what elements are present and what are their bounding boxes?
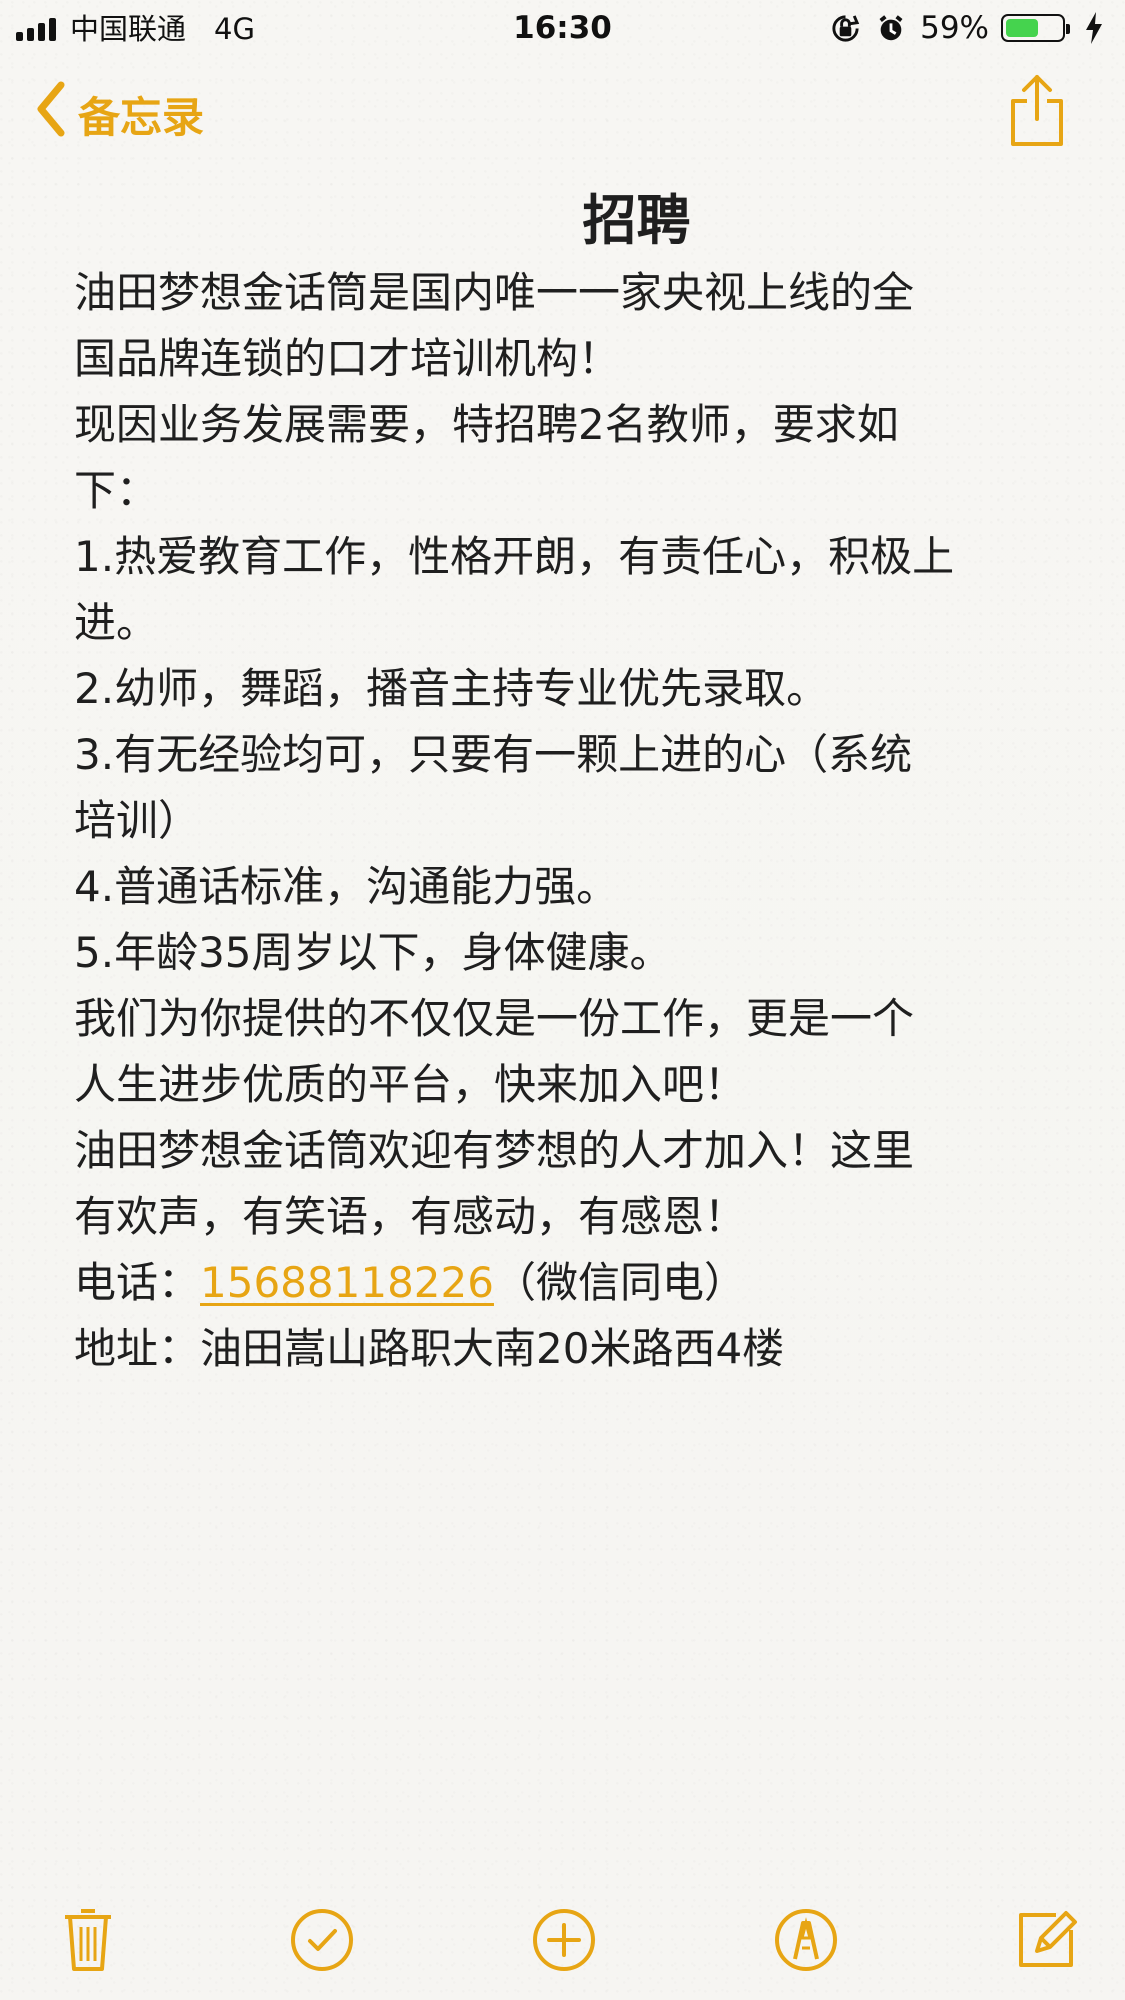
trash-icon — [65, 1909, 111, 1971]
note-line: 国品牌连锁的口才培训机构！ — [74, 334, 621, 383]
note-title: 招聘 — [582, 189, 691, 252]
note-line: 油田梦想金话筒欢迎有梦想的人才加入！这里 — [74, 1126, 915, 1175]
charging-bolt-icon — [1077, 11, 1111, 45]
navigation-bar: 备忘录 — [0, 62, 1125, 162]
back-button[interactable]: 备忘录 — [34, 80, 205, 148]
delete-button[interactable] — [46, 1898, 130, 1982]
back-label: 备忘录 — [78, 92, 205, 142]
add-icon — [533, 1909, 595, 1971]
note-line: 现因业务发展需要，特招聘2名教师，要求如 — [74, 400, 899, 449]
phone-label: 电话： — [74, 1258, 201, 1307]
address-line: 地址：油田嵩山路职大南20米路西4楼 — [74, 1324, 785, 1373]
chevron-left-icon — [34, 80, 68, 148]
checklist-icon — [291, 1909, 353, 1971]
bottom-toolbar — [0, 1898, 1125, 1982]
phone-number-link[interactable]: 15688118226 — [200, 1258, 494, 1307]
note-line: 人生进步优质的平台，快来加入吧！ — [74, 1060, 747, 1109]
note-line: 进。 — [74, 598, 159, 647]
compose-icon — [1019, 1911, 1077, 1967]
checklist-button[interactable] — [280, 1898, 364, 1982]
phone-line: 电话：15688118226（微信同电） — [74, 1250, 1064, 1316]
share-button[interactable] — [1007, 70, 1067, 150]
battery-percent: 59% — [920, 10, 989, 46]
compose-button[interactable] — [1004, 1898, 1088, 1982]
markup-button[interactable] — [764, 1898, 848, 1982]
note-line: 我们为你提供的不仅仅是一份工作，更是一个 — [74, 994, 915, 1043]
note-line: 2.幼师，舞蹈，播音主持专业优先录取。 — [74, 664, 829, 713]
phone-note: （微信同电） — [493, 1258, 746, 1307]
orientation-lock-icon — [828, 11, 862, 45]
note-line: 1.热爱教育工作，性格开朗，有责任心，积极上 — [74, 532, 955, 581]
note-line: 有欢声，有笑语，有感动，有感恩！ — [74, 1192, 747, 1241]
note-line: 培训） — [74, 796, 201, 845]
note-content: 招聘 油田梦想金话筒是国内唯一一家央视上线的全 国品牌连锁的口才培训机构！ 现因… — [74, 182, 1064, 1382]
battery-level — [1006, 19, 1038, 37]
alarm-clock-icon — [874, 11, 908, 45]
note-line: 4.普通话标准，沟通能力强。 — [74, 862, 619, 911]
battery-icon — [1001, 14, 1070, 42]
note-line: 油田梦想金话筒是国内唯一一家央视上线的全 — [74, 268, 915, 317]
note-line: 下： — [74, 466, 159, 515]
add-button[interactable] — [522, 1898, 606, 1982]
status-bar: 中国联通 4G 16:30 59% — [0, 0, 1125, 58]
markup-icon — [775, 1909, 837, 1971]
status-right-group: 59% — [828, 8, 1111, 48]
share-icon — [1011, 75, 1063, 146]
note-body: 油田梦想金话筒是国内唯一一家央视上线的全 国品牌连锁的口才培训机构！ 现因业务发… — [74, 260, 1064, 1382]
note-line: 5.年龄35周岁以下，身体健康。 — [74, 928, 672, 977]
note-line: 3.有无经验均可，只要有一颗上进的心（系统 — [74, 730, 913, 779]
